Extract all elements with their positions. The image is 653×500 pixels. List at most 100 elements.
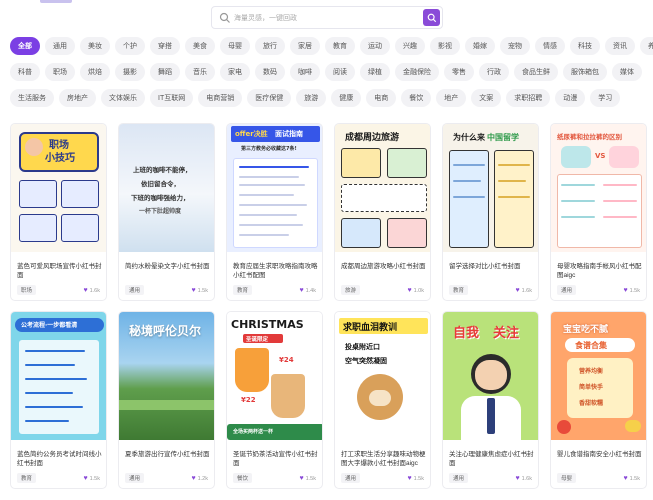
- template-card[interactable]: 自我 关注 关注心理健康焦虑症小红书封面 通用 ♥ 1.6k: [442, 311, 539, 489]
- category-chip[interactable]: 行政: [479, 63, 509, 81]
- category-chip[interactable]: 影视: [430, 37, 460, 55]
- category-chip[interactable]: 科技: [570, 37, 600, 55]
- card-likes-count: 1.5k: [89, 476, 100, 482]
- category-chip[interactable]: 咖啡: [290, 63, 320, 81]
- search-input[interactable]: [234, 10, 414, 26]
- card-title: 教育应届生求职攻略指南攻略小红书配图: [233, 263, 318, 279]
- category-chip[interactable]: 个护: [115, 37, 145, 55]
- category-row-1: 全部通用美妆个护穿搭美食母婴旅行家居教育运动兴趣影视婚嫁宠物情感科技资讯养生: [10, 37, 653, 55]
- category-chip[interactable]: 食品生鲜: [514, 63, 558, 81]
- category-chip[interactable]: 生活服务: [10, 89, 54, 107]
- card-title: 蓝色可爱风职场宣传小红书封面: [17, 263, 102, 279]
- card-tag: 餐饮: [233, 473, 253, 483]
- template-card[interactable]: 职场 小技巧 蓝色可爱风职场宣传小红书封面 职场 ♥ 1.6k: [10, 123, 107, 301]
- card-likes-count: 1.6k: [89, 288, 100, 294]
- category-chip[interactable]: 文案: [471, 89, 502, 107]
- category-chip[interactable]: 科普: [10, 63, 40, 81]
- category-chip[interactable]: 文体娱乐: [101, 89, 145, 107]
- category-chip[interactable]: 全部: [10, 37, 40, 55]
- category-chip[interactable]: 婚嫁: [465, 37, 495, 55]
- category-chip[interactable]: 金融保险: [395, 63, 439, 81]
- template-card[interactable]: 宝宝吃不腻 食谱合集 营养均衡 简单快手 香甜软糯 婴儿食谱指南安全小红书封面 …: [550, 311, 647, 489]
- category-chip[interactable]: 房地产: [59, 89, 96, 107]
- category-chip[interactable]: IT互联网: [150, 89, 194, 107]
- card-tag: 母婴: [557, 473, 577, 483]
- template-card[interactable]: 为什么来 中国留学 留学选择对比小红书封面 教育 ♥ 1.6k: [442, 123, 539, 301]
- category-chip[interactable]: 美妆: [80, 37, 110, 55]
- category-chip[interactable]: 电商营销: [198, 89, 243, 107]
- card-likes-count: 1.6k: [521, 476, 532, 482]
- category-chip[interactable]: 教育: [325, 37, 355, 55]
- card-title: 蓝色简约公务员考试时间线小红书封面: [17, 451, 102, 467]
- category-chip[interactable]: 摄影: [115, 63, 145, 81]
- category-chip[interactable]: 宠物: [500, 37, 530, 55]
- template-card[interactable]: 上班的咖啡不能停， 依旧留合令， 下班的咖啡强给力， 一杯下肚超帅度 简约水粉晕…: [118, 123, 215, 301]
- category-chip[interactable]: 餐饮: [401, 89, 432, 107]
- template-card[interactable]: 秘境呼伦贝尔 夏季旅游出行宣传小红书封面 通用 ♥ 1.2k: [118, 311, 215, 489]
- category-chip[interactable]: 旅行: [255, 37, 285, 55]
- card-title: 简约水粉晕染文字小红书封面: [125, 263, 210, 270]
- category-chip[interactable]: 烘焙: [80, 63, 110, 81]
- category-chip[interactable]: 运动: [360, 37, 390, 55]
- category-chip[interactable]: 绿植: [360, 63, 390, 81]
- card-thumbnail: 宝宝吃不腻 食谱合集 营养均衡 简单快手 香甜软糯: [551, 312, 646, 440]
- card-thumbnail: 上班的咖啡不能停， 依旧留合令， 下班的咖啡强给力， 一杯下肚超帅度: [119, 124, 214, 252]
- category-chip[interactable]: 旅游: [296, 89, 327, 107]
- card-title: 打工求职生活分享趣味动物梗图大字爆款小红书封面aigc: [341, 451, 426, 467]
- card-tag: 通用: [125, 285, 145, 295]
- category-chip[interactable]: 家电: [220, 63, 250, 81]
- heart-icon: ♥: [83, 475, 88, 482]
- card-title: 圣诞节奶茶活动宣传小红书封面: [233, 451, 318, 467]
- search-button-icon: [427, 13, 436, 22]
- card-tag: 教育: [233, 285, 253, 295]
- category-chip[interactable]: 养生: [640, 37, 653, 55]
- category-filter: 全部通用美妆个护穿搭美食母婴旅行家居教育运动兴趣影视婚嫁宠物情感科技资讯养生 科…: [10, 37, 653, 115]
- card-tag: 通用: [125, 473, 145, 483]
- category-chip[interactable]: 医疗保健: [247, 89, 292, 107]
- template-card[interactable]: CHRISTMAS 圣诞限定 ¥24 ¥22 全场买两杯送一杯 圣诞节奶茶活动宣…: [226, 311, 323, 489]
- card-likes-count: 1.5k: [413, 476, 424, 482]
- category-chip[interactable]: 资讯: [605, 37, 635, 55]
- category-chip[interactable]: 家居: [290, 37, 320, 55]
- category-chip[interactable]: 健康: [331, 89, 362, 107]
- template-card[interactable]: 求职血泪教训 投桌附近口 空气突然凝固 打工求职生活分享趣味动物梗图大字爆款小红…: [334, 311, 431, 489]
- card-thumbnail: 为什么来 中国留学: [443, 124, 538, 252]
- search-box[interactable]: [211, 6, 443, 29]
- card-likes: ♥ 1.5k: [299, 475, 316, 482]
- category-chip[interactable]: 职场: [45, 63, 75, 81]
- card-likes: ♥ 1.5k: [623, 475, 640, 482]
- card-thumbnail: offer决胜 面试指南 第三方教务必收藏这7条!: [227, 124, 322, 252]
- template-card[interactable]: 成都周边旅游 成都周边旅游攻略小红书封面 旅游 ♥ 1.0k: [334, 123, 431, 301]
- template-card[interactable]: offer决胜 面试指南 第三方教务必收藏这7条! 教育应届生求职攻略指南攻略小…: [226, 123, 323, 301]
- category-chip[interactable]: 地产: [436, 89, 467, 107]
- category-chip[interactable]: 数码: [255, 63, 285, 81]
- card-likes-count: 1.2k: [197, 476, 208, 482]
- template-card[interactable]: 纸尿裤和拉拉裤的区别 VS 母婴攻略指南手帐风小红书配图aigc 通用 ♥ 1.5…: [550, 123, 647, 301]
- category-chip[interactable]: 兴趣: [395, 37, 425, 55]
- category-chip[interactable]: 舞蹈: [150, 63, 180, 81]
- card-thumbnail: 公考流程·一步都看清: [11, 312, 106, 440]
- category-chip[interactable]: 媒体: [612, 63, 642, 81]
- card-thumbnail: 求职血泪教训 投桌附近口 空气突然凝固: [335, 312, 430, 440]
- category-chip[interactable]: 音乐: [185, 63, 215, 81]
- category-chip[interactable]: 零售: [444, 63, 474, 81]
- category-chip[interactable]: 美食: [185, 37, 215, 55]
- card-tag: 通用: [557, 285, 577, 295]
- category-chip[interactable]: 电商: [366, 89, 397, 107]
- category-chip[interactable]: 穿搭: [150, 37, 180, 55]
- category-chip[interactable]: 母婴: [220, 37, 250, 55]
- category-chip[interactable]: 求职招聘: [506, 89, 551, 107]
- category-chip[interactable]: 动漫: [555, 89, 586, 107]
- search-button[interactable]: [423, 9, 440, 26]
- template-card[interactable]: 公考流程·一步都看清 蓝色简约公务员考试时间线小红书封面 教育 ♥ 1.5k: [10, 311, 107, 489]
- category-chip[interactable]: 情感: [535, 37, 565, 55]
- category-chip[interactable]: 服饰箱包: [563, 63, 607, 81]
- card-thumbnail: 纸尿裤和拉拉裤的区别 VS: [551, 124, 646, 252]
- category-chip[interactable]: 通用: [45, 37, 75, 55]
- heart-icon: ♥: [191, 287, 196, 294]
- category-chip[interactable]: 阅读: [325, 63, 355, 81]
- card-title: 母婴攻略指南手帐风小红书配图aigc: [557, 263, 642, 279]
- card-tag: 旅游: [341, 285, 361, 295]
- category-chip[interactable]: 学习: [590, 89, 621, 107]
- card-title: 关注心理健康焦虑症小红书封面: [449, 451, 534, 467]
